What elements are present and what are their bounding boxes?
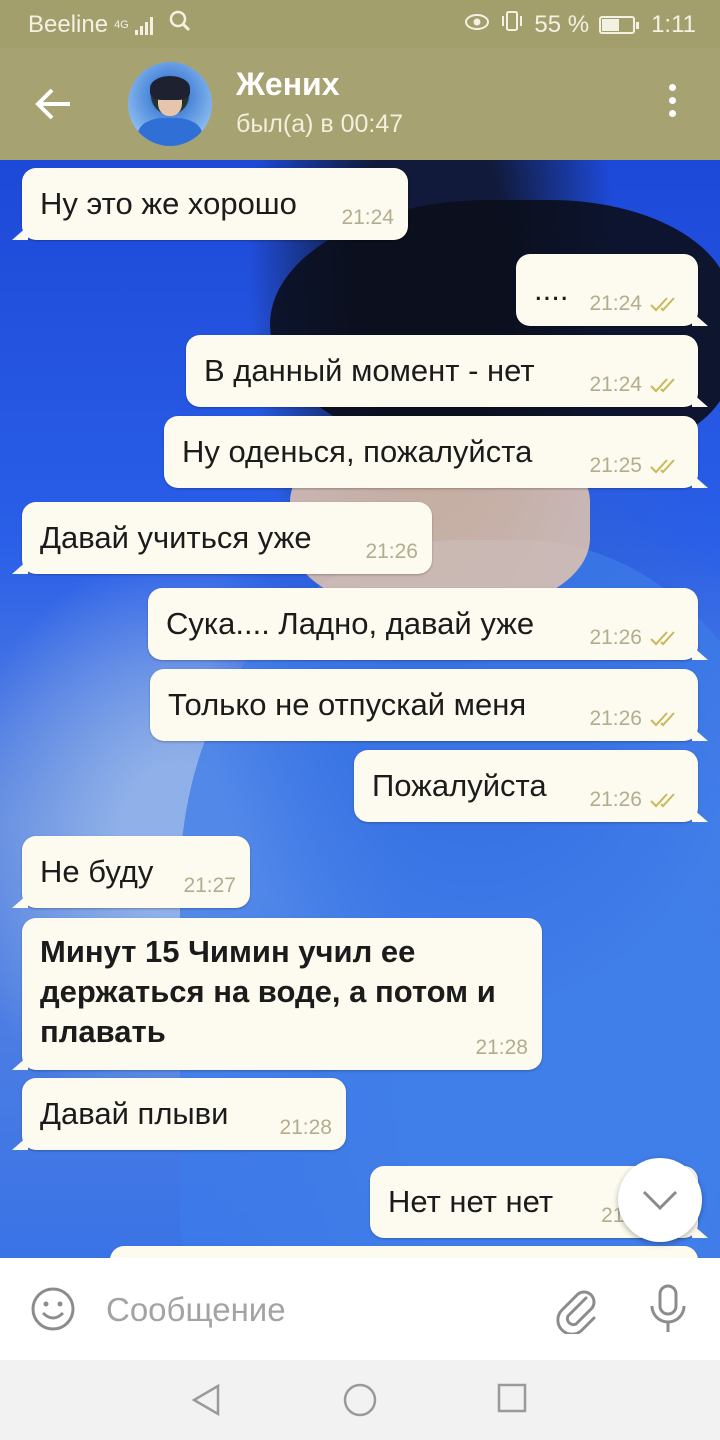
message-time: 21:26 — [589, 626, 642, 649]
last-seen-status: был(а) в 00:47 — [236, 110, 404, 138]
mic-icon[interactable] — [648, 1282, 688, 1336]
nav-recent-icon[interactable] — [496, 1382, 528, 1419]
carrier-name: Beeline — [28, 10, 109, 38]
message-composer — [0, 1258, 720, 1360]
eye-icon — [464, 11, 490, 39]
message-text: Только не отпускай меня — [168, 687, 527, 722]
nav-back-icon[interactable] — [190, 1382, 222, 1423]
message-bubble[interactable]: Ну это же хорошо 21:24 — [12, 168, 408, 240]
message-bubble[interactable] — [110, 1246, 698, 1258]
message-time: 21:26 — [589, 707, 642, 730]
system-nav-bar — [0, 1360, 720, 1440]
message-bubble[interactable]: Сука.... Ладно, давай уже 21:26 — [148, 588, 708, 660]
message-input[interactable] — [104, 1282, 528, 1338]
message-text: Ну это же хорошо — [40, 186, 297, 221]
chat-area[interactable]: Ну это же хорошо 21:24 .... 21:24 В данн… — [0, 160, 720, 1258]
message-time: 21:24 — [341, 206, 394, 229]
message-time: 21:24 — [589, 373, 642, 396]
message-time: 21:26 — [365, 540, 418, 563]
message-bubble[interactable]: Пожалуйста 21:26 — [354, 750, 708, 822]
chat-header: Жених был(а) в 00:47 — [0, 48, 720, 160]
message-text: Не буду — [40, 854, 154, 889]
double-check-icon — [650, 296, 684, 312]
message-text: Давай плыви — [40, 1096, 229, 1131]
message-bubble[interactable]: Давай учиться уже 21:26 — [12, 502, 432, 574]
message-text: Пожалуйста — [372, 768, 547, 803]
double-check-icon — [650, 377, 684, 393]
double-check-icon — [650, 630, 684, 646]
contact-name[interactable]: Жених — [236, 66, 340, 103]
message-text: .... — [534, 272, 569, 307]
paperclip-icon[interactable] — [552, 1284, 600, 1336]
avatar[interactable] — [128, 62, 212, 146]
message-text: Минут 15 Чимин учил ее держаться на воде… — [40, 934, 496, 1049]
message-bubble[interactable]: Не буду 21:27 — [12, 836, 250, 908]
battery-percent: 55 % — [534, 10, 590, 38]
signal-icon — [134, 15, 153, 35]
message-time: 21:26 — [589, 788, 642, 811]
message-bubble[interactable]: В данный момент - нет 21:24 — [186, 335, 708, 407]
message-time: 21:27 — [183, 874, 236, 897]
double-check-icon — [650, 711, 684, 727]
double-check-icon — [650, 458, 684, 474]
message-time: 21:25 — [589, 454, 642, 477]
battery-icon — [599, 15, 640, 34]
vibrate-icon — [500, 10, 524, 39]
message-time: 21:28 — [279, 1116, 332, 1139]
message-time: 21:24 — [589, 292, 642, 315]
network-type: 4G — [114, 18, 129, 31]
search-icon — [169, 10, 191, 39]
message-text: Давай учиться уже — [40, 520, 312, 555]
message-text: Ну оденься, пожалуйста — [182, 434, 533, 469]
double-check-icon — [650, 792, 684, 808]
message-bubble[interactable]: Только не отпускай меня 21:26 — [150, 669, 708, 741]
message-bubble[interactable]: .... 21:24 — [516, 254, 708, 326]
status-bar: Beeline 4G 55 % 1:11 — [0, 0, 720, 48]
message-text: Нет нет нет — [388, 1184, 554, 1219]
message-time: 21:28 — [475, 1036, 528, 1059]
scroll-down-button[interactable] — [618, 1158, 702, 1242]
more-vert-icon[interactable] — [660, 84, 684, 124]
message-text: Сука.... Ладно, давай уже — [166, 606, 535, 641]
message-bubble[interactable]: Ну оденься, пожалуйста 21:25 — [164, 416, 708, 488]
nav-home-icon[interactable] — [342, 1382, 378, 1423]
message-bubble[interactable]: Минут 15 Чимин учил ее держаться на воде… — [12, 918, 542, 1070]
message-text: В данный момент - нет — [204, 353, 535, 388]
message-bubble[interactable]: Давай плыви 21:28 — [12, 1078, 346, 1150]
clock: 1:11 — [651, 10, 696, 38]
back-arrow-icon[interactable] — [34, 86, 74, 122]
emoji-icon[interactable] — [30, 1286, 76, 1332]
